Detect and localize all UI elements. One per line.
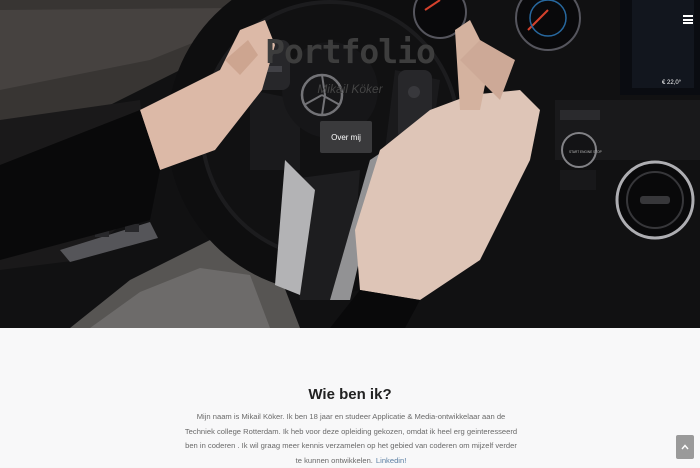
about-text: Mijn naam is Mikail Köker. Ik ben 18 jaa…	[183, 410, 519, 468]
hero-subtitle: Mikail Köker	[317, 82, 383, 96]
start-engine-label: START ENGINE STOP	[569, 150, 602, 154]
about-section: Wie ben ik? Mijn naam is Mikail Köker. I…	[0, 328, 700, 467]
hamburger-icon[interactable]	[683, 15, 693, 24]
about-me-button[interactable]: Over mij	[320, 121, 372, 153]
hero-title: Portfolio	[265, 32, 436, 71]
chevron-up-icon	[681, 444, 689, 450]
hero-section: € 22,0° START ENGINE STOP Portfolio Mika…	[0, 0, 700, 328]
scroll-to-top-button[interactable]	[676, 435, 694, 459]
linkedin-link[interactable]: Linkedin!	[376, 456, 406, 465]
about-heading: Wie ben ik?	[308, 386, 392, 403]
about-paragraph: Mijn naam is Mikail Köker. Ik ben 18 jaa…	[184, 412, 518, 465]
